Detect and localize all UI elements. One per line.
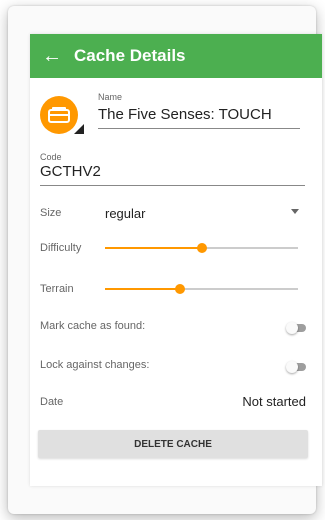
toggle-knob — [286, 361, 298, 373]
size-select[interactable]: regular — [105, 206, 145, 221]
code-label: Code — [40, 152, 62, 162]
mark-found-label: Mark cache as found: — [40, 320, 146, 332]
back-arrow-icon[interactable]: ← — [30, 34, 74, 78]
mark-found-toggle[interactable] — [286, 322, 306, 334]
date-label: Date — [40, 396, 64, 408]
size-label: Size — [40, 207, 62, 219]
lock-changes-toggle[interactable] — [286, 361, 306, 373]
slider-fill — [105, 247, 202, 249]
name-label: Name — [98, 92, 123, 102]
slider-thumb[interactable] — [175, 284, 186, 294]
slider-fill — [105, 288, 181, 290]
dropdown-arrow-icon[interactable] — [291, 209, 299, 214]
cache-type-icon[interactable] — [40, 96, 78, 134]
page-title: Cache Details — [74, 46, 186, 65]
toggle-knob — [286, 322, 298, 334]
name-field[interactable]: The Five Senses: TOUCH — [98, 106, 300, 129]
slider-thumb[interactable] — [196, 243, 207, 253]
app-bar: ← Cache Details — [30, 34, 322, 78]
lock-changes-label: Lock against changes: — [40, 359, 150, 371]
app-screen: ← Cache Details Name The Five Senses: TO… — [30, 34, 322, 486]
terrain-label: Terrain — [40, 283, 74, 295]
difficulty-label: Difficulty — [40, 242, 82, 254]
date-value: Not started — [242, 394, 306, 409]
icon-selector-corner — [74, 124, 84, 134]
cache-container-icon — [48, 107, 70, 123]
terrain-slider[interactable] — [105, 283, 298, 295]
code-field[interactable]: GCTHV2 — [40, 163, 305, 186]
difficulty-slider[interactable] — [105, 242, 298, 254]
delete-cache-button[interactable]: DELETE CACHE — [38, 430, 308, 458]
